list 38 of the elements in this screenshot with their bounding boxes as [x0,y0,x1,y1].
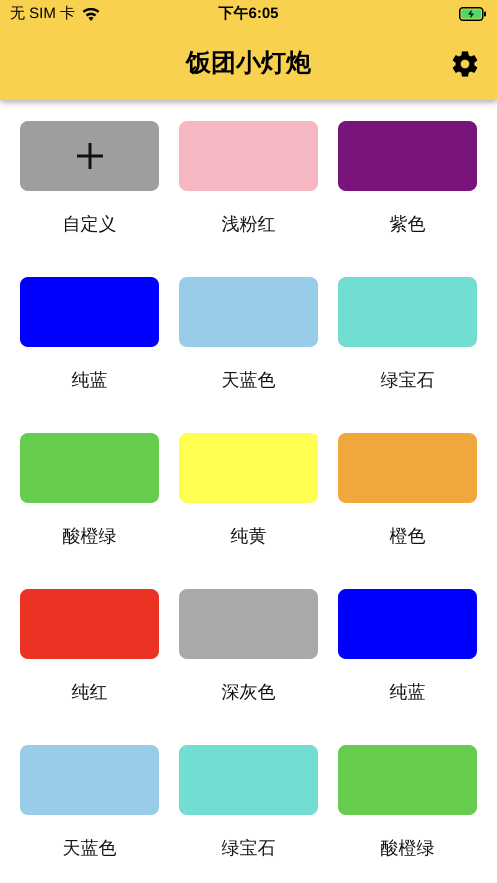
status-time: 下午6:05 [218,4,279,24]
color-swatch[interactable] [338,433,477,503]
color-swatch[interactable] [20,433,159,503]
color-swatch[interactable] [179,433,318,503]
color-name: 自定义 [62,213,116,236]
color-swatch[interactable] [338,745,477,815]
color-name: 天蓝色 [62,837,116,860]
wifi-icon [81,6,102,22]
color-swatch[interactable] [338,277,477,347]
color-name: 纯黄 [230,525,266,548]
color-name: 绿宝石 [222,837,276,860]
color-name: 紫色 [390,213,426,236]
plus-icon [74,141,104,171]
battery-charging-icon [459,7,487,21]
color-name: 纯蓝 [390,681,426,704]
color-swatch[interactable] [179,589,318,659]
color-swatch[interactable] [338,121,477,191]
settings-icon [451,50,479,78]
color-name: 深灰色 [222,681,276,704]
color-swatch[interactable] [20,589,159,659]
color-name: 纯红 [72,681,108,704]
color-swatch[interactable] [179,121,318,191]
color-name: 纯蓝 [72,369,108,392]
color-name: 酸橙绿 [380,837,434,860]
app-title: 饭团小灯炮 [186,48,311,80]
color-name: 橙色 [390,525,426,548]
color-swatch[interactable] [338,589,477,659]
color-name: 浅粉红 [222,213,276,236]
color-name: 绿宝石 [380,369,434,392]
settings-button[interactable] [451,50,479,78]
carrier-text: 无 SIM 卡 [10,4,76,24]
custom-color-button[interactable] [20,121,159,191]
color-swatch[interactable] [20,745,159,815]
color-swatch[interactable] [179,745,318,815]
color-name: 酸橙绿 [62,525,116,548]
color-swatch[interactable] [179,277,318,347]
color-swatch[interactable] [20,277,159,347]
color-name: 天蓝色 [222,369,276,392]
